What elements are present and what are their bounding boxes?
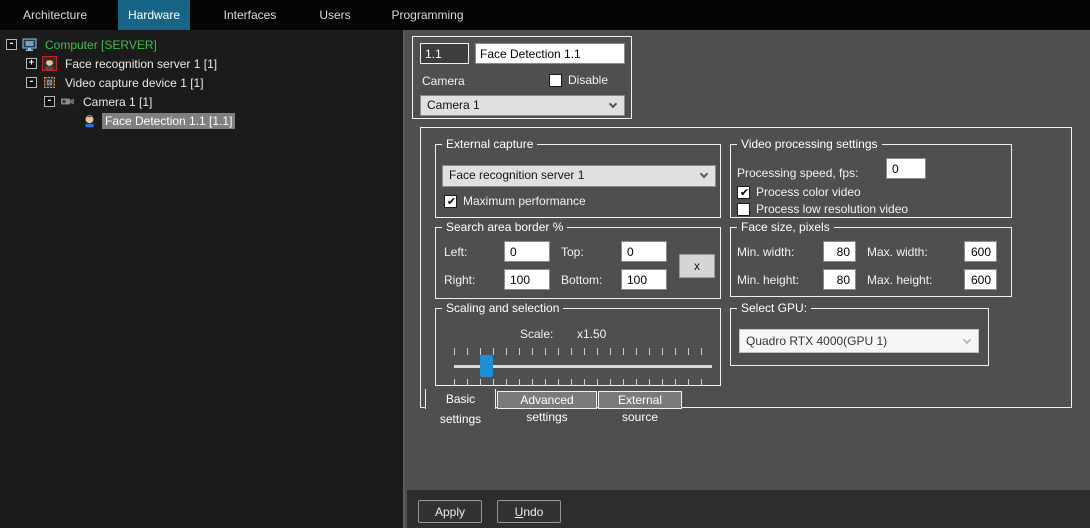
tree-item-label[interactable]: Computer [SERVER] (42, 37, 160, 53)
chevron-down-icon (963, 336, 971, 344)
right-label: Right: (444, 273, 475, 287)
tree-item-face-recognition-server[interactable]: + Face recognition server 1 [1] (0, 54, 403, 73)
tab-external-source[interactable]: External source (598, 391, 682, 409)
camera-select[interactable]: Camera 1 (420, 95, 625, 116)
camera-select-value: Camera 1 (427, 98, 480, 112)
tree-item-face-detection[interactable]: Face Detection 1.1 [1.1] (0, 111, 403, 130)
scaling-title: Scaling and selection (442, 301, 563, 316)
camera-icon (60, 94, 75, 109)
gpu-select-value: Quadro RTX 4000(GPU 1) (746, 334, 887, 348)
external-capture-title: External capture (442, 137, 537, 152)
disable-label: Disable (568, 73, 608, 87)
process-color-video-checkbox[interactable] (737, 186, 750, 199)
max-height-label: Max. height: (867, 273, 932, 287)
disable-checkbox[interactable] (549, 74, 562, 87)
select-gpu-group: Select GPU: Quadro RTX 4000(GPU 1) (730, 308, 989, 366)
face-recognition-server-icon (42, 56, 57, 71)
video-processing-group: Video processing settings Processing spe… (730, 144, 1012, 218)
min-height-label: Min. height: (737, 273, 799, 287)
video-capture-device-icon (42, 75, 57, 90)
face-recognition-server-select[interactable]: Face recognition server 1 (442, 165, 716, 187)
maximum-performance-checkbox[interactable] (444, 195, 457, 208)
tree-item-label[interactable]: Face Detection 1.1 [1.1] (102, 113, 235, 129)
select-gpu-title: Select GPU: (737, 301, 811, 316)
left-input[interactable] (504, 241, 550, 262)
expand-expander-icon[interactable]: + (26, 58, 37, 69)
nav-tab-architecture[interactable]: Architecture (0, 0, 110, 30)
process-low-resolution-label: Process low resolution video (756, 202, 908, 216)
face-size-title: Face size, pixels (737, 220, 834, 235)
processing-speed-label: Processing speed, fps: (737, 166, 858, 180)
face-recognition-server-value: Face recognition server 1 (449, 168, 584, 182)
tree-item-computer[interactable]: - Computer [SERVER] (0, 35, 403, 54)
min-width-input[interactable] (823, 241, 856, 262)
tree-item-camera[interactable]: - Camera 1 [1] (0, 92, 403, 111)
collapse-expander-icon[interactable]: - (26, 77, 37, 88)
top-label: Top: (561, 245, 584, 259)
scaling-group: Scaling and selection Scale: x1.50 (435, 308, 721, 386)
max-width-label: Max. width: (867, 245, 928, 259)
scale-label: Scale: (520, 327, 553, 341)
apply-button[interactable]: Apply (418, 500, 482, 523)
max-width-input[interactable] (964, 241, 997, 262)
gpu-select[interactable]: Quadro RTX 4000(GPU 1) (739, 329, 979, 353)
basic-settings-tab-page: External capture Face recognition server… (420, 127, 1072, 408)
maximum-performance-label: Maximum performance (463, 194, 586, 208)
search-area-title: Search area border % (442, 220, 567, 235)
computer-icon (22, 37, 37, 52)
scale-slider-thumb[interactable] (480, 355, 493, 377)
process-color-video-label: Process color video (756, 185, 861, 199)
object-identity-box: Camera Disable Camera 1 (412, 36, 632, 119)
min-width-label: Min. width: (737, 245, 794, 259)
slider-ticks-top (454, 348, 712, 355)
process-low-resolution-checkbox[interactable] (737, 203, 750, 216)
tree-item-label[interactable]: Face recognition server 1 [1] (62, 56, 220, 72)
tab-basic-settings[interactable]: Basic settings (425, 389, 496, 409)
nav-tab-interfaces[interactable]: Interfaces (190, 0, 310, 30)
video-processing-title: Video processing settings (737, 137, 882, 152)
top-input[interactable] (621, 241, 667, 262)
face-detection-icon (82, 113, 97, 128)
external-capture-group: External capture Face recognition server… (435, 144, 721, 218)
nav-tab-users[interactable]: Users (310, 0, 360, 30)
nav-tab-programming[interactable]: Programming (360, 0, 495, 30)
search-area-group: Search area border % Left: Top: Right: B… (435, 227, 721, 299)
tree-item-label[interactable]: Camera 1 [1] (80, 94, 155, 110)
undo-button[interactable]: Undo (497, 500, 561, 523)
min-height-input[interactable] (823, 269, 856, 290)
object-id-field[interactable] (420, 43, 469, 64)
tab-advanced-settings[interactable]: Advanced settings (497, 391, 597, 409)
reset-search-area-button[interactable]: x (679, 254, 715, 278)
action-bar: Apply Undo (407, 490, 1090, 528)
chevron-down-icon (700, 170, 708, 178)
undo-rest-chars: ndo (523, 505, 543, 519)
nav-tab-hardware[interactable]: Hardware (118, 0, 190, 30)
left-label: Left: (444, 245, 467, 259)
hardware-tree-panel: - Computer [SERVER] + Face recognition s… (0, 30, 405, 528)
object-settings-panel: Camera Disable Camera 1 External capture… (407, 30, 1090, 490)
tree-item-video-capture-device[interactable]: - Video capture device 1 [1] (0, 73, 403, 92)
top-nav-bar: Architecture Hardware Interfaces Users P… (0, 0, 1090, 30)
right-input[interactable] (504, 269, 550, 290)
bottom-input[interactable] (621, 269, 667, 290)
scale-value: x1.50 (577, 327, 606, 341)
face-size-group: Face size, pixels Min. width: Max. width… (730, 227, 1012, 297)
camera-label: Camera (422, 74, 465, 88)
chevron-down-icon (609, 100, 617, 108)
undo-accel-char: U (515, 505, 524, 519)
collapse-expander-icon[interactable]: - (44, 96, 55, 107)
processing-speed-input[interactable] (886, 158, 926, 179)
tree-item-label[interactable]: Video capture device 1 [1] (62, 75, 207, 91)
max-height-input[interactable] (964, 269, 997, 290)
collapse-expander-icon[interactable]: - (6, 39, 17, 50)
bottom-label: Bottom: (561, 273, 602, 287)
slider-ticks-bottom (454, 379, 712, 386)
object-name-field[interactable] (475, 43, 625, 64)
